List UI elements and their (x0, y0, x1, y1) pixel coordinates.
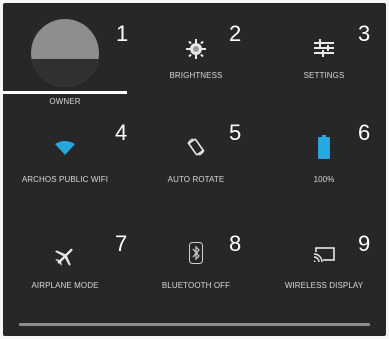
tile-wireless-display-label: WIRELESS DISPLAY (284, 281, 364, 290)
tile-settings[interactable]: SETTINGS (262, 3, 386, 108)
callout-number-6: 6 (358, 120, 371, 145)
tile-airplane-label: AIRPLANE MODE (31, 281, 99, 290)
cast-icon (313, 247, 335, 262)
callout-number-8: 8 (229, 231, 242, 256)
tile-settings-label: SETTINGS (303, 71, 345, 80)
callout-number-4: 4 (115, 120, 128, 145)
rotate-icon (187, 138, 205, 156)
panel-bottom-handle[interactable] (19, 323, 370, 326)
settings-sliders-icon (314, 39, 334, 57)
tile-brightness-label: BRIGHTNESS (169, 71, 223, 80)
tile-auto-rotate-label: AUTO ROTATE (167, 175, 225, 184)
airplane-icon (55, 248, 73, 266)
brightness-icon (186, 39, 206, 59)
tile-bluetooth-label: BLUETOOTH OFF (161, 281, 231, 290)
callout-number-9: 9 (358, 231, 371, 256)
battery-icon (318, 135, 330, 159)
tile-wifi[interactable]: ARCHOS PUBLIC WIFI (3, 111, 127, 216)
tile-wifi-label: ARCHOS PUBLIC WIFI (21, 175, 109, 184)
tile-brightness[interactable]: BRIGHTNESS (134, 3, 258, 108)
avatar-icon (31, 19, 99, 87)
bluetooth-icon (189, 242, 203, 264)
tile-battery-label: 100% (313, 175, 335, 184)
callout-number-3: 3 (358, 21, 371, 46)
tile-owner[interactable]: OWNER (3, 3, 127, 108)
tile-owner-label: OWNER (49, 97, 81, 106)
tile-airplane[interactable]: AIRPLANE MODE (3, 218, 127, 323)
callout-number-5: 5 (229, 120, 242, 145)
quick-settings-panel: OWNER BRIGHTNESS SETTINGS ARCHOS PUBLIC … (3, 3, 386, 336)
callout-number-2: 2 (229, 21, 242, 46)
callout-number-7: 7 (115, 231, 128, 256)
callout-number-1: 1 (116, 21, 129, 46)
owner-underline (3, 91, 127, 94)
wifi-icon (55, 141, 75, 155)
